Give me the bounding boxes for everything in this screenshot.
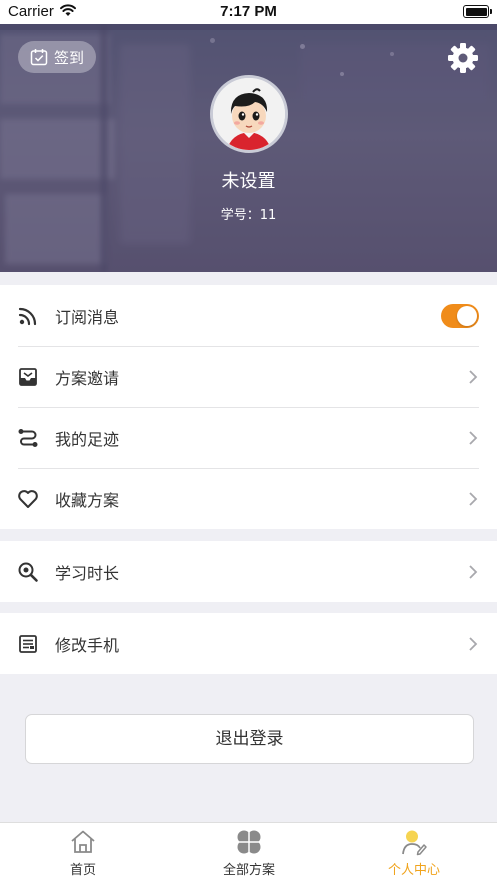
toggle-knob: [457, 306, 477, 326]
menu-item-change-phone[interactable]: 修改手机: [0, 613, 497, 674]
status-bar: Carrier 7:17 PM: [0, 0, 497, 24]
search-icon: [18, 562, 38, 582]
gear-icon[interactable]: [446, 41, 480, 75]
tab-bar: 首页 全部方案 个人中心: [0, 822, 497, 883]
menu-item-invitation[interactable]: 方案邀请: [0, 346, 497, 407]
chevron-right-icon: [469, 492, 478, 506]
inbox-icon: [19, 368, 37, 386]
chevron-right-icon: [469, 565, 478, 579]
checkin-button[interactable]: 签到: [18, 41, 96, 73]
avatar-boy-icon: [213, 78, 285, 150]
document-icon: [19, 635, 37, 653]
route-icon: [18, 429, 38, 447]
battery-icon: [463, 5, 492, 18]
chevron-right-icon: [469, 431, 478, 445]
menu-item-label: 收藏方案: [55, 491, 120, 510]
tab-all-plans[interactable]: 全部方案: [166, 823, 332, 883]
menu-group-2: 学习时长: [0, 541, 497, 602]
tab-label: 个人中心: [387, 863, 440, 878]
menu-item-label: 订阅消息: [55, 308, 120, 327]
heart-icon: [18, 490, 38, 508]
checkin-label: 签到: [54, 48, 85, 67]
user-icon: [402, 830, 427, 856]
profile-header: 签到 未设置 学号：11: [0, 24, 497, 272]
tab-label: 首页: [69, 863, 96, 878]
menu-item-subscribe[interactable]: 订阅消息: [0, 285, 497, 346]
calendar-check-icon: [30, 49, 48, 66]
menu-item-label: 方案邀请: [55, 369, 120, 388]
home-icon: [71, 830, 95, 853]
student-id: 学号：11: [220, 208, 277, 223]
menu-item-footprints[interactable]: 我的足迹: [0, 407, 497, 468]
chevron-right-icon: [469, 370, 478, 384]
menu-item-label: 学习时长: [55, 564, 120, 583]
clover-icon: [237, 830, 261, 854]
menu-group-3: 修改手机: [0, 613, 497, 674]
menu-item-label: 修改手机: [55, 636, 120, 655]
menu-item-favorites[interactable]: 收藏方案: [0, 468, 497, 529]
status-time: 7:17 PM: [220, 3, 277, 20]
logout-button[interactable]: 退出登录: [25, 714, 474, 764]
menu-group-1: 订阅消息 方案邀请 我的足迹 收藏方案: [0, 285, 497, 529]
chevron-right-icon: [469, 637, 478, 651]
rss-icon: [18, 307, 37, 326]
subscribe-toggle[interactable]: [441, 304, 479, 328]
tab-home[interactable]: 首页: [0, 823, 166, 883]
tab-profile[interactable]: 个人中心: [331, 823, 497, 883]
tab-label: 全部方案: [222, 863, 275, 878]
menu-item-label: 我的足迹: [55, 430, 120, 449]
username: 未设置: [221, 171, 276, 192]
menu-item-study-time[interactable]: 学习时长: [0, 541, 497, 602]
avatar[interactable]: [210, 75, 288, 153]
